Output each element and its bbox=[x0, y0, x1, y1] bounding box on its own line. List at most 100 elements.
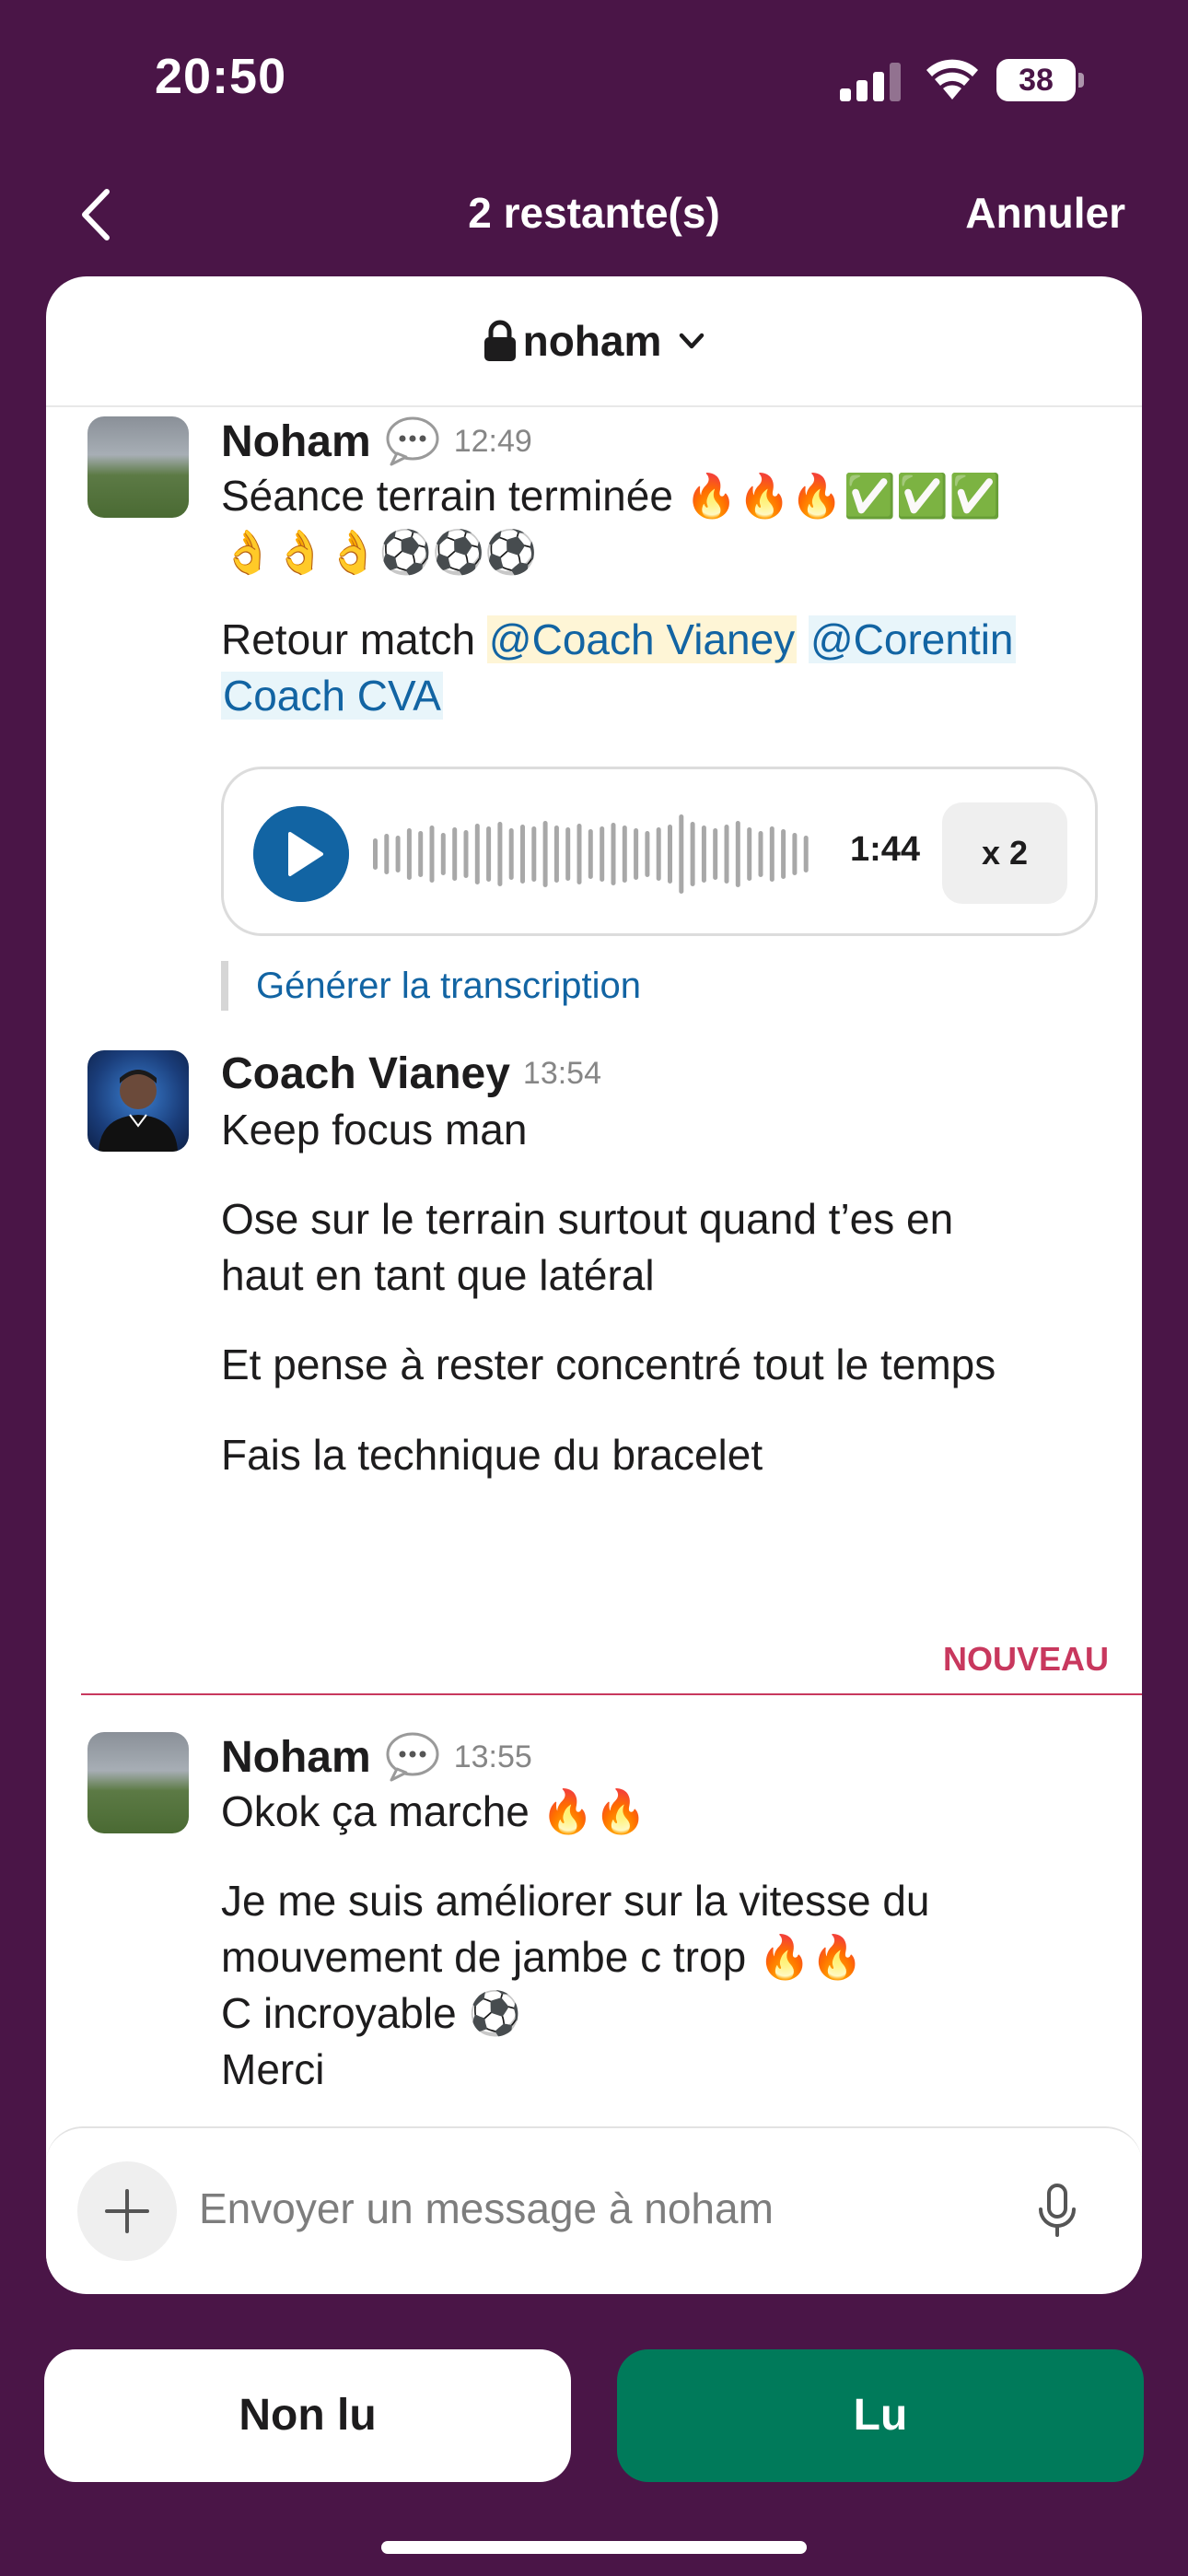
waveform-bar bbox=[588, 829, 593, 879]
message-text: Et pense à rester concentré tout le temp… bbox=[221, 1341, 996, 1388]
home-indicator[interactable] bbox=[381, 2541, 807, 2554]
waveform-bar bbox=[803, 836, 809, 872]
microphone-icon[interactable] bbox=[1035, 2184, 1079, 2239]
message-text: mouvement de jambe c trop 🔥🔥 bbox=[221, 1933, 864, 1981]
message-list[interactable]: Noham 12:49 Séance terrain terminée 🔥🔥🔥✅… bbox=[46, 407, 1142, 1485]
waveform-bar bbox=[520, 825, 525, 884]
author-name[interactable]: Noham bbox=[221, 1732, 371, 1783]
waveform-bar bbox=[542, 821, 548, 887]
message-header: Noham 13:55 bbox=[221, 1730, 532, 1784]
mention-prefix: Retour match bbox=[221, 615, 487, 663]
message-text: C incroyable ⚽ bbox=[221, 1989, 521, 2037]
status-bar: 20:50 38 bbox=[0, 0, 1188, 157]
waveform-bar bbox=[452, 827, 458, 881]
mention-coach-vianey[interactable]: @Coach Vianey bbox=[486, 615, 798, 663]
message-text: Keep focus man bbox=[221, 1106, 528, 1153]
avatar[interactable] bbox=[87, 1732, 189, 1833]
waveform-bar bbox=[577, 824, 582, 884]
author-name[interactable]: Coach Vianey bbox=[221, 1048, 510, 1099]
message-header: Noham 12:49 bbox=[221, 415, 532, 468]
speech-bubble-status-icon bbox=[386, 416, 439, 466]
chevron-down-icon bbox=[680, 333, 705, 349]
audio-duration: 1:44 bbox=[850, 830, 921, 869]
waveform-bar bbox=[792, 833, 798, 875]
waveform-bar bbox=[406, 828, 412, 880]
speech-bubble-status-icon bbox=[386, 1732, 439, 1782]
avatar[interactable] bbox=[87, 1050, 189, 1152]
message-text: Ose sur le terrain surtout quand t’es en bbox=[221, 1195, 954, 1243]
waveform-bar bbox=[463, 830, 469, 878]
playback-speed-button[interactable]: x 2 bbox=[942, 802, 1067, 904]
message-item: Noham 13:55 Okok ça marche 🔥🔥 Je me suis… bbox=[46, 1723, 1142, 2128]
message-text: Je me suis améliorer sur la vitesse du bbox=[221, 1877, 930, 1925]
waveform-bar bbox=[735, 821, 740, 887]
message-text: 👌👌👌⚽⚽⚽ bbox=[221, 528, 538, 576]
status-time: 20:50 bbox=[155, 49, 287, 104]
waveform-bar bbox=[395, 836, 401, 872]
waveform-bar bbox=[600, 826, 605, 882]
waveform-bar bbox=[701, 825, 706, 883]
audio-waveform[interactable] bbox=[371, 806, 813, 902]
message-text: haut en tant que latéral bbox=[221, 1251, 655, 1299]
audio-clip[interactable]: 1:44 x 2 bbox=[221, 767, 1098, 936]
waveform-bar bbox=[747, 827, 752, 881]
new-messages-label: NOUVEAU bbox=[942, 1640, 1109, 1678]
mark-unread-button[interactable]: Non lu bbox=[44, 2349, 571, 2482]
message-text-mentions: Retour match @Coach Vianey @Corentin bbox=[221, 612, 1124, 668]
waveform-bar bbox=[622, 825, 627, 883]
person-silhouette-icon bbox=[99, 1070, 178, 1152]
battery-icon: 38 bbox=[996, 59, 1085, 101]
message-text: Merci bbox=[221, 2045, 325, 2093]
message-text-mentions-cont: Coach CVA bbox=[221, 668, 1124, 724]
message-composer: Envoyer un message à noham bbox=[46, 2126, 1142, 2292]
mention-coach-cva[interactable]: Coach CVA bbox=[221, 672, 443, 720]
waveform-bar bbox=[724, 825, 729, 884]
waveform-bar bbox=[634, 828, 639, 880]
cancel-button[interactable]: Annuler bbox=[965, 188, 1125, 238]
waveform-bar bbox=[373, 838, 378, 870]
waveform-bar bbox=[531, 826, 537, 882]
message-text: Fais la technique du bracelet bbox=[221, 1431, 763, 1479]
generate-transcription-link[interactable]: Générer la transcription bbox=[221, 961, 641, 1011]
message-time: 13:55 bbox=[453, 1739, 532, 1774]
waveform-bar bbox=[645, 831, 650, 877]
waveform-bar bbox=[508, 828, 514, 880]
avatar[interactable] bbox=[87, 416, 189, 518]
cellular-signal-icon bbox=[840, 63, 901, 101]
waveform-bar bbox=[769, 826, 775, 882]
author-name[interactable]: Noham bbox=[221, 416, 371, 467]
waveform-bar bbox=[486, 826, 492, 882]
plus-icon bbox=[105, 2189, 149, 2233]
channel-name: noham bbox=[522, 317, 662, 365]
waveform-bar bbox=[758, 831, 763, 877]
waveform-bar bbox=[679, 814, 684, 894]
mark-read-button[interactable]: Lu bbox=[617, 2349, 1144, 2482]
waveform-bar bbox=[656, 827, 661, 881]
waveform-bar bbox=[418, 831, 424, 877]
waveform-bar bbox=[440, 833, 446, 875]
waveform-bar bbox=[611, 823, 616, 885]
battery-level: 38 bbox=[996, 59, 1076, 101]
mention-corentin[interactable]: @Corentin bbox=[808, 615, 1016, 663]
lock-icon bbox=[483, 320, 516, 361]
waveform-bar bbox=[690, 822, 695, 886]
waveform-bar bbox=[474, 824, 480, 884]
waveform-bar bbox=[713, 828, 718, 880]
message-text: Okok ça marche 🔥🔥 bbox=[221, 1787, 647, 1835]
add-attachment-button[interactable] bbox=[77, 2161, 177, 2261]
waveform-bar bbox=[384, 834, 390, 874]
waveform-bar bbox=[565, 827, 571, 881]
waveform-bar bbox=[553, 825, 559, 883]
play-icon[interactable] bbox=[253, 806, 349, 902]
new-messages-divider bbox=[81, 1693, 1142, 1695]
channel-header[interactable]: noham bbox=[46, 276, 1142, 407]
message-input[interactable]: Envoyer un message à noham bbox=[199, 2184, 774, 2233]
message-text: Séance terrain terminée 🔥🔥🔥✅✅✅ bbox=[221, 472, 1002, 520]
message-time: 13:54 bbox=[522, 1056, 602, 1091]
waveform-bar bbox=[429, 825, 435, 883]
waveform-bar bbox=[497, 822, 503, 886]
waveform-bar bbox=[668, 825, 672, 884]
battery-tip bbox=[1078, 73, 1084, 88]
wifi-icon bbox=[926, 59, 978, 100]
waveform-bar bbox=[781, 829, 786, 879]
